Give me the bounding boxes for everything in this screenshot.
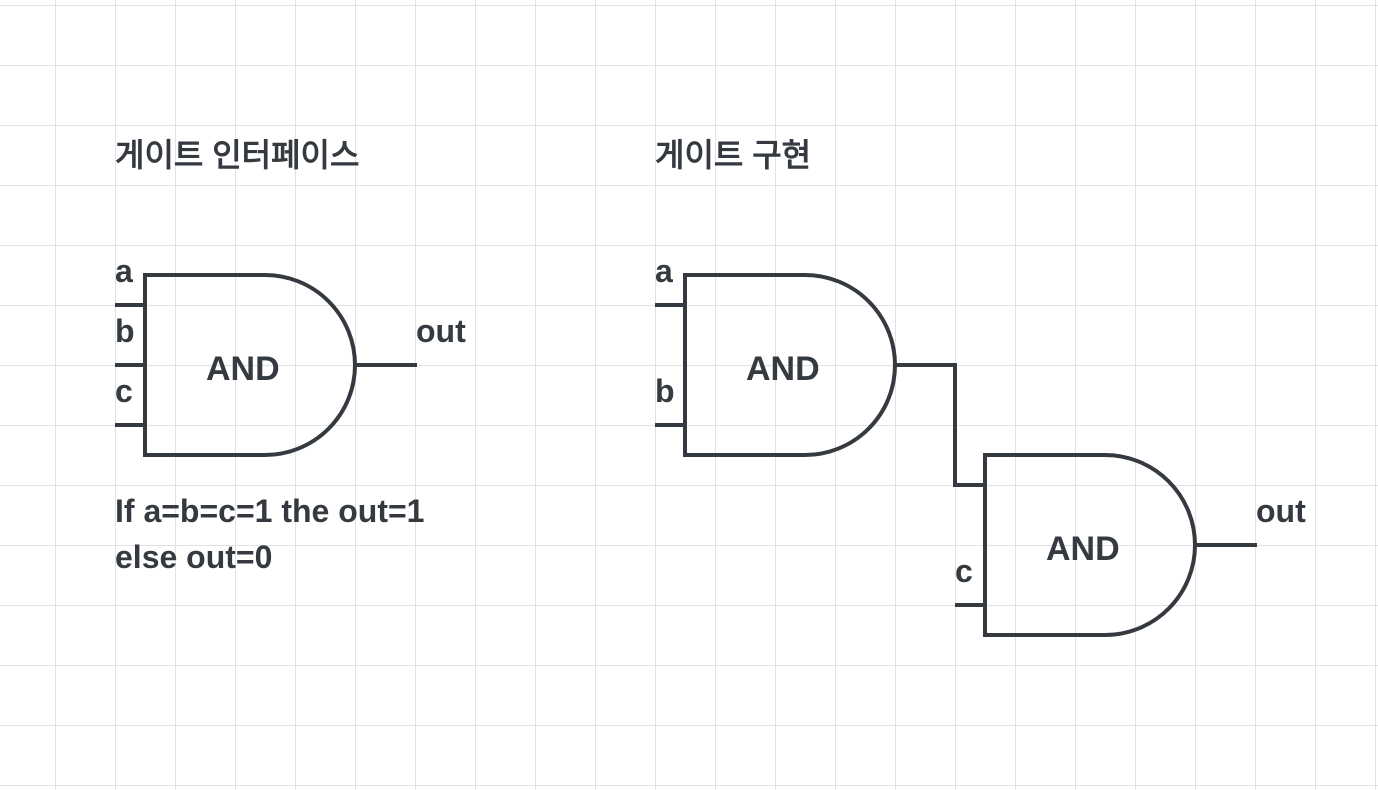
interface-pin-c: c bbox=[115, 373, 133, 409]
interface-title: 게이트 인터페이스 bbox=[115, 137, 360, 173]
gate2-pin-c: c bbox=[955, 553, 973, 589]
interface-pin-b: b bbox=[115, 313, 135, 349]
gate1-pin-b: b bbox=[655, 373, 675, 409]
interface-pin-out: out bbox=[416, 313, 466, 349]
diagram-canvas bbox=[115, 273, 1257, 637]
interface-pin-a: a bbox=[115, 253, 133, 289]
gate2-pin-out: out bbox=[1256, 493, 1306, 529]
interface-description-line-2: else out=0 bbox=[115, 539, 273, 575]
interface-gate-label: AND bbox=[206, 350, 280, 388]
gate1-label: AND bbox=[746, 350, 820, 388]
interface-description-line-1: If a=b=c=1 the out=1 bbox=[115, 493, 425, 529]
wire-gate1-to-gate2 bbox=[895, 363, 985, 487]
implementation-title: 게이트 구현 bbox=[655, 137, 812, 173]
gate2-label: AND bbox=[1046, 530, 1120, 568]
gate1-pin-a: a bbox=[655, 253, 673, 289]
